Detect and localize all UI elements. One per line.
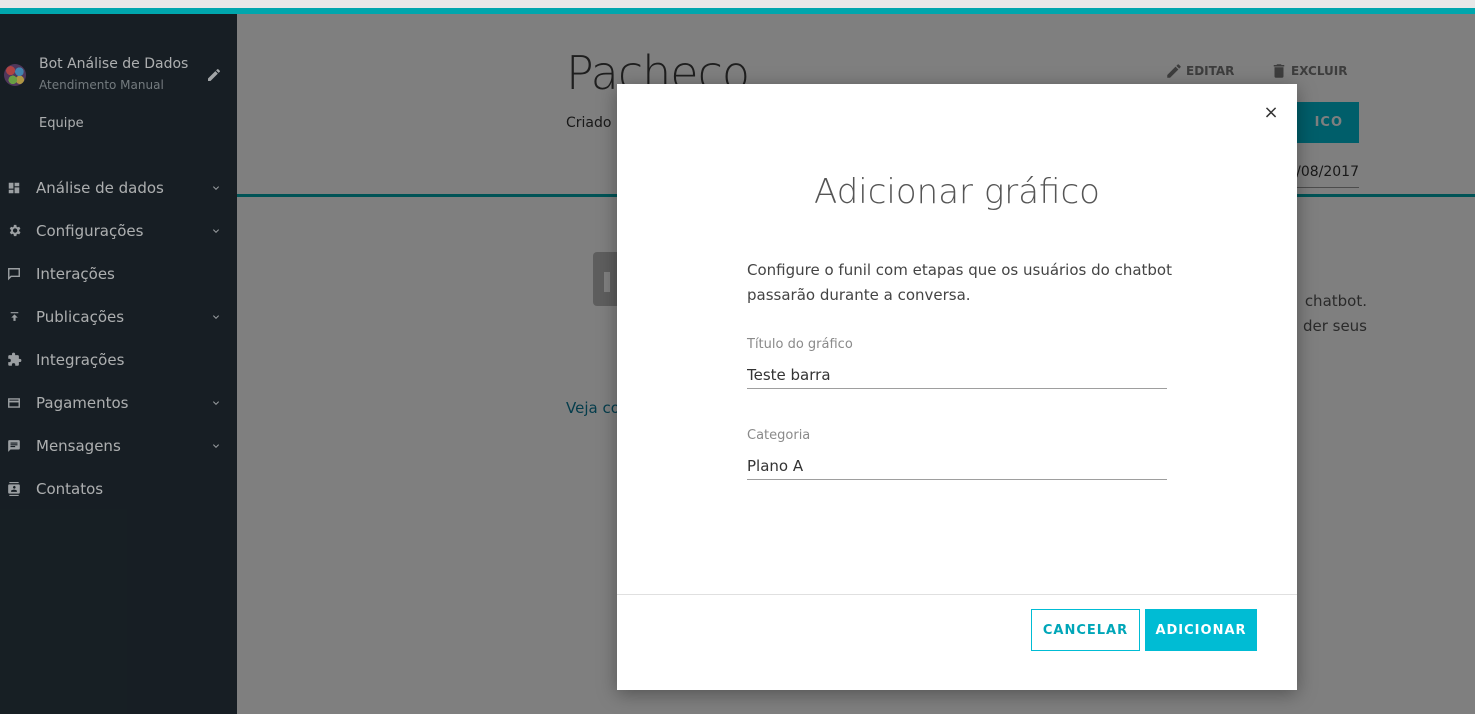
add-chart-modal: × Adicionar gráfico Configure o funil co…	[617, 84, 1297, 690]
category-label: Categoria	[747, 428, 811, 443]
modal-title: Adicionar gráfico	[814, 172, 1100, 212]
category-input[interactable]	[747, 452, 1167, 480]
sidebar-overlay	[0, 14, 237, 714]
add-button[interactable]: ADICIONAR	[1145, 609, 1257, 651]
chart-title-label: Título do gráfico	[747, 337, 853, 352]
modal-description: Configure o funil com etapas que os usuá…	[747, 261, 1172, 304]
top-strip	[0, 0, 1475, 8]
close-icon[interactable]: ×	[1262, 104, 1280, 122]
modal-footer-divider	[617, 594, 1297, 595]
cancel-button[interactable]: CANCELAR	[1031, 609, 1140, 651]
chart-title-input[interactable]	[747, 361, 1167, 389]
